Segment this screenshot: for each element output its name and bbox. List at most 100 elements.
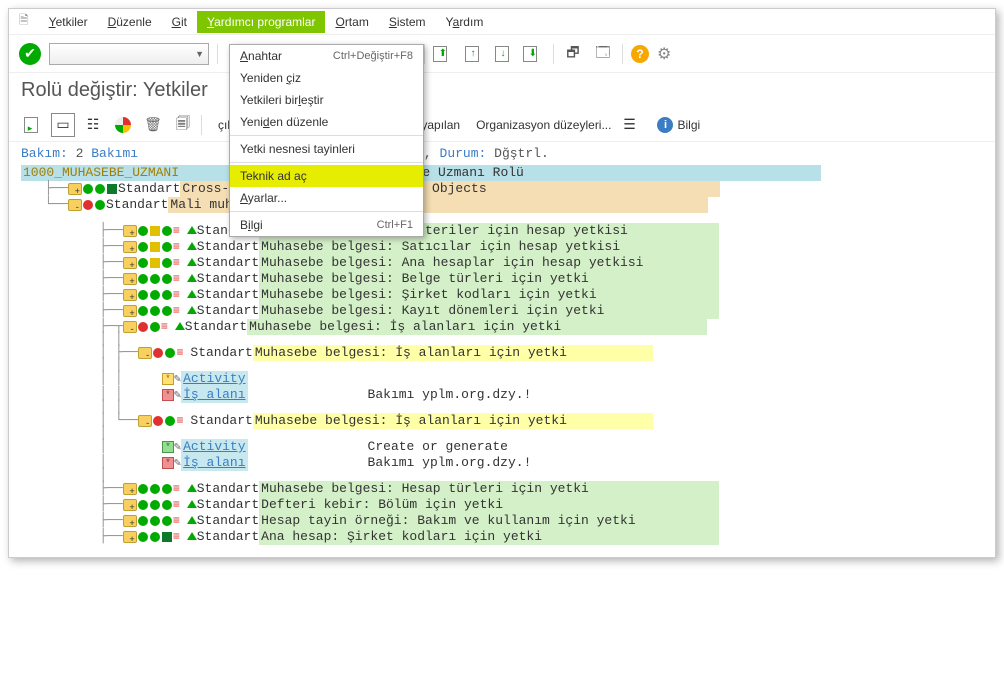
tree-node[interactable]: ├──+ Standart Defteri kebir: Bölüm için … [21, 497, 983, 513]
tree-icon [187, 484, 197, 492]
dd-yeniden-ciz[interactable]: Yeniden çiz [230, 67, 423, 89]
collapse-icon[interactable]: - [123, 321, 137, 333]
tree-node[interactable]: └──- Standart Mali muhasebe [21, 197, 983, 213]
btn-organizasyon[interactable]: Organizasyon düzeyleri... [476, 118, 611, 132]
field-row[interactable]: │ │ * ✎ Activity [21, 371, 983, 387]
tree-node[interactable]: ├──+ Standart Muhasebe belgesi: Satıcıla… [21, 239, 983, 255]
tree-node[interactable]: │ ├──- Standart Muhasebe belgesi: İş ala… [21, 345, 983, 361]
help-icon[interactable]: ? [631, 45, 649, 63]
expand-icon[interactable]: + [123, 483, 137, 495]
star-icon[interactable]: * [162, 389, 174, 401]
expand-icon[interactable]: + [123, 273, 137, 285]
star-icon[interactable]: * [162, 441, 174, 453]
menu-yardimci-programlar[interactable]: Yardımcı programlar [197, 11, 326, 33]
list-icon[interactable] [173, 515, 187, 527]
expand-icon[interactable]: + [123, 257, 137, 269]
menu-duzenle[interactable]: Düzenle [98, 11, 162, 33]
tree-node[interactable]: ├──+ Standart Muhasebe belgesi: Şirket k… [21, 287, 983, 303]
dd-ayarlar[interactable]: Ayarlar... [230, 187, 423, 209]
expand-icon[interactable]: + [123, 289, 137, 301]
dd-yeniden-duzenle[interactable]: Yeniden düzenle [230, 111, 423, 133]
tree-node[interactable]: │ └──- Standart Muhasebe belgesi: İş ala… [21, 413, 983, 429]
menu-yardim[interactable]: Yardım [436, 11, 494, 33]
tree-icon [175, 322, 185, 330]
list-icon[interactable] [173, 531, 187, 543]
tree-node[interactable]: ├──+ Standart Muhasebe belgesi: Ana hesa… [21, 255, 983, 271]
btn-bilgi[interactable]: i Bilgi [657, 117, 700, 133]
settings-icon[interactable]: ⚙ [657, 44, 671, 64]
tree-icon [187, 500, 197, 508]
list-icon[interactable] [161, 321, 175, 333]
field-row[interactable]: │ │ * ✎ İş alanı Bakımı yplm.org.dzy.! [21, 387, 983, 403]
last-page-icon[interactable]: ⬇ [523, 43, 545, 65]
list-icon[interactable] [173, 499, 187, 511]
first-page-icon[interactable]: ⬆ [433, 43, 455, 65]
menubar: 🗎 Yetkiler Düzenle Git Yardımcı programl… [9, 9, 995, 35]
command-combo[interactable] [49, 43, 209, 65]
collapse-icon[interactable]: - [138, 347, 152, 359]
expand-icon[interactable]: + [123, 531, 137, 543]
menu-sistem[interactable]: Sistem [379, 11, 436, 33]
list-icon[interactable] [173, 305, 187, 317]
prev-page-icon[interactable]: ↑ [463, 43, 485, 65]
enter-button[interactable]: ✔ [19, 43, 41, 65]
edit-icon[interactable]: ✎ [174, 387, 181, 403]
tree-node[interactable]: ├──+ Standart Muhasebe belgesi: Belge tü… [21, 271, 983, 287]
collapse-icon[interactable]: - [138, 415, 152, 427]
tree-node[interactable]: ├──+ Standart Muhasebe belgesi: Kayıt dö… [21, 303, 983, 319]
expand-icon[interactable]: + [123, 241, 137, 253]
expand-icon[interactable]: + [123, 515, 137, 527]
tree-node[interactable]: ├──+ Standart Cross-application Authoriz… [21, 181, 983, 197]
list-icon[interactable] [173, 241, 187, 253]
collapse-icon[interactable]: - [68, 199, 82, 211]
shortcut-icon[interactable]: 🗔 [592, 43, 614, 65]
menu-yetkiler[interactable]: Yetkiler [39, 11, 98, 33]
field-row[interactable]: │ * ✎ Activity Create or generate [21, 439, 983, 455]
new-session-icon[interactable]: 🗗 [562, 43, 584, 65]
tree-node[interactable]: ├──+ Standart Muhasebe belgesi: Müşteril… [21, 223, 983, 239]
expand-icon[interactable]: + [123, 499, 137, 511]
list-icon[interactable] [173, 273, 187, 285]
tree-node[interactable]: ├──+ Standart Muhasebe belgesi: Hesap tü… [21, 481, 983, 497]
list-button-icon[interactable]: ☰ [617, 113, 641, 137]
list-icon[interactable] [173, 483, 187, 495]
tree-node[interactable]: ├─┬- Standart Muhasebe belgesi: İş alanl… [21, 319, 983, 335]
tree-icon [187, 226, 197, 234]
tree-icon [187, 242, 197, 250]
dropdown-yardimci-programlar: AnahtarCtrl+Değiştir+F8 Yeniden çiz Yetk… [229, 44, 424, 237]
dd-bilgi[interactable]: BilgiCtrl+F1 [230, 214, 423, 236]
list-icon[interactable] [173, 225, 187, 237]
tree-node[interactable]: ├──+ Standart Ana hesap: Şirket kodları … [21, 529, 983, 545]
next-page-icon[interactable]: ↓ [493, 43, 515, 65]
list-icon[interactable] [173, 289, 187, 301]
expand-icon[interactable]: + [68, 183, 82, 195]
list-icon[interactable] [176, 415, 190, 427]
copy-icon[interactable]: 🗐 [171, 113, 195, 137]
delete-icon[interactable]: 🗑 [141, 113, 165, 137]
legend-icon[interactable] [111, 113, 135, 137]
list-icon[interactable] [173, 257, 187, 269]
star-icon[interactable]: * [162, 457, 174, 469]
star-icon[interactable]: * [162, 373, 174, 385]
hierarchy-icon[interactable]: ☷ [81, 113, 105, 137]
menu-ortam[interactable]: Ortam [325, 11, 378, 33]
dd-teknik-ad-ac[interactable]: Teknik ad aç [230, 165, 423, 187]
tree-icon [187, 258, 197, 266]
app-toolbar: ▸ ▭ ☷ 🗑 🗐 çık Değiştirilen Bakımı yapıla… [9, 108, 995, 142]
dd-anahtar[interactable]: AnahtarCtrl+Değiştir+F8 [230, 45, 423, 67]
dd-yetkileri-birlestir[interactable]: Yetkileri birleştir [230, 89, 423, 111]
dd-yetki-nesnesi[interactable]: Yetki nesnesi tayinleri [230, 138, 423, 160]
expand-icon[interactable]: ▸ [21, 113, 45, 137]
expand-icon[interactable]: + [123, 305, 137, 317]
collapse-icon[interactable]: ▭ [51, 113, 75, 137]
edit-icon[interactable]: ✎ [174, 455, 181, 471]
edit-icon[interactable]: ✎ [174, 439, 181, 455]
menu-git[interactable]: Git [162, 11, 197, 33]
list-icon[interactable] [176, 347, 190, 359]
tree-icon [187, 306, 197, 314]
field-row[interactable]: │ * ✎ İş alanı Bakımı yplm.org.dzy.! [21, 455, 983, 471]
edit-icon[interactable]: ✎ [174, 371, 181, 387]
tree-node[interactable]: ├──+ Standart Hesap tayin örneği: Bakım … [21, 513, 983, 529]
page-title: Rolü değiştir: Yetkiler [9, 73, 995, 108]
expand-icon[interactable]: + [123, 225, 137, 237]
